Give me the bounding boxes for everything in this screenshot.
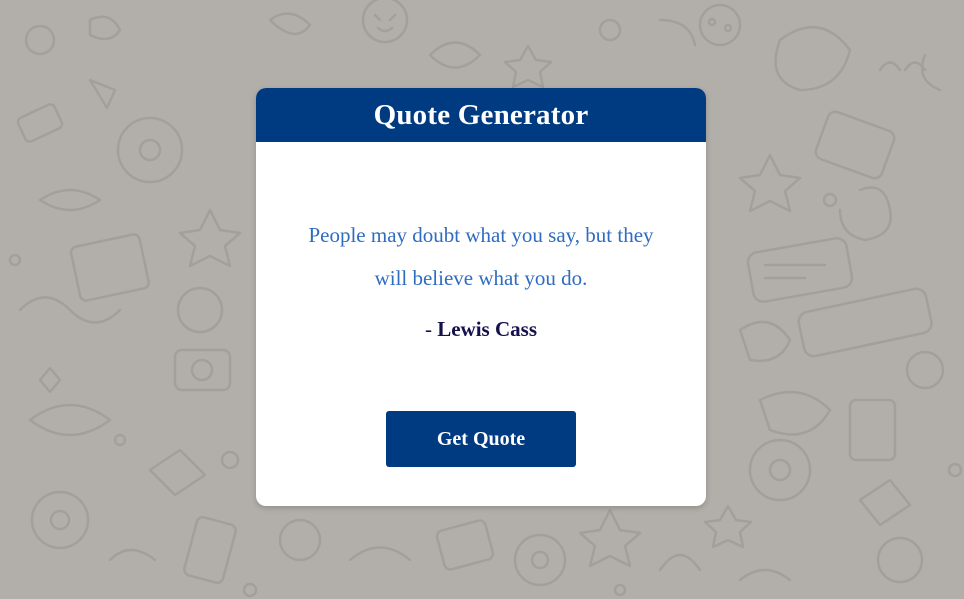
author-name: Lewis Cass [437,317,537,341]
quote-card: Quote Generator People may doubt what yo… [256,88,706,506]
author-prefix: - [424,317,438,341]
quote-author: - Lewis Cass [256,317,706,342]
page-title: Quote Generator [373,98,589,131]
quote-text: People may doubt what you say, but they … [308,223,654,290]
card-header: Quote Generator [256,88,706,142]
get-quote-button[interactable]: Get Quote [386,411,576,467]
